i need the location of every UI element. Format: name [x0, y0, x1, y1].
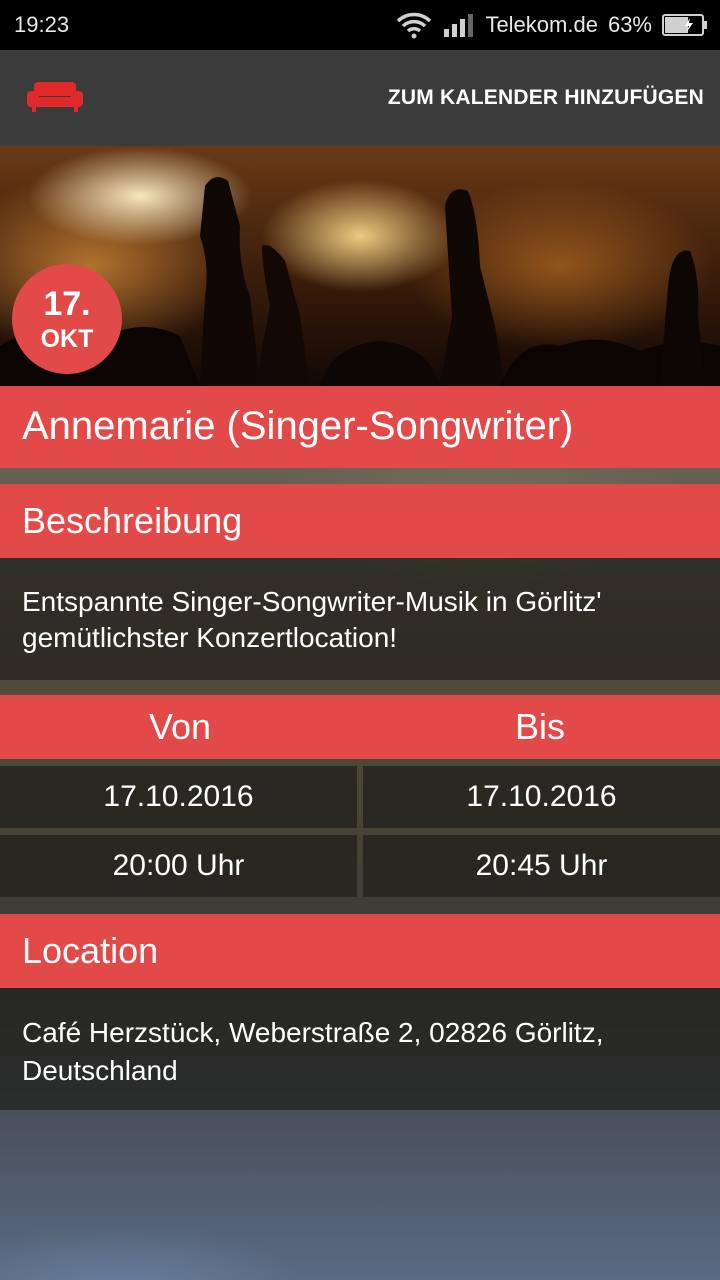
to-time: 20:45 Uhr [363, 835, 720, 897]
description-header: Beschreibung [0, 484, 720, 558]
toolbar: ZUM KALENDER HINZUFÜGEN [0, 50, 720, 146]
date-month: OKT [40, 324, 94, 353]
status-bar: 19:23 Telekom.de 63% [0, 0, 720, 50]
sofa-icon[interactable] [26, 78, 84, 119]
location-header: Location [0, 914, 720, 988]
to-date: 17.10.2016 [363, 766, 720, 828]
from-time: 20:00 Uhr [0, 835, 357, 897]
carrier-name: Telekom.de [485, 12, 598, 37]
battery-icon [662, 13, 708, 37]
battery-percent: 63% [607, 12, 652, 37]
description-header-label: Beschreibung [22, 500, 243, 541]
add-to-calendar-button[interactable]: ZUM KALENDER HINZUFÜGEN [388, 86, 704, 110]
wifi-icon [395, 11, 433, 39]
to-label: Bis [514, 706, 565, 747]
event-title: Annemarie (Singer-Songwriter) [0, 386, 720, 468]
date-day: 17. [43, 284, 91, 323]
signal-icon [443, 12, 475, 38]
date-badge: 17. OKT [12, 264, 122, 374]
description-text: Entspannte Singer-Songwriter-Musik in Gö… [0, 558, 720, 680]
from-label: Von [148, 706, 212, 747]
schedule-header: Von Bis [0, 695, 720, 759]
location-header-label: Location [22, 930, 159, 971]
from-date: 17.10.2016 [0, 766, 357, 828]
location-address[interactable]: Café Herzstück, Weberstraße 2, 02826 Gör… [0, 988, 720, 1110]
status-time: 19:23 [14, 12, 70, 37]
